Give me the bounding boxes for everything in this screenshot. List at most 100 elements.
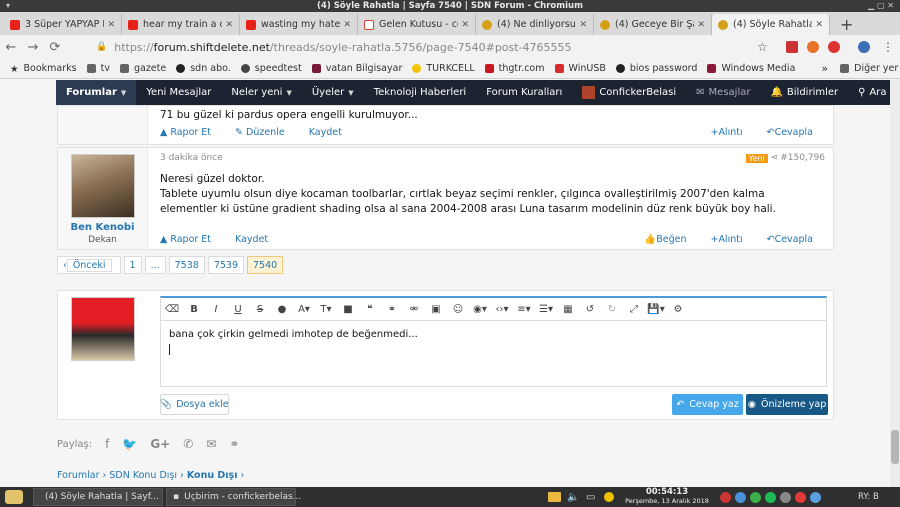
page-ellipsis[interactable]: ... bbox=[144, 256, 166, 274]
taskbar-task[interactable]: (4) Söyle Rahatla | Sayf... bbox=[33, 488, 163, 506]
bookmark-item[interactable]: bios password bbox=[615, 63, 697, 74]
bookmark-item[interactable]: ★ Bookmarks bbox=[10, 63, 77, 75]
close-icon[interactable]: ✕ bbox=[343, 20, 351, 30]
submit-reply-button[interactable]: ↶ Cevap yaz bbox=[672, 394, 743, 415]
browser-tab[interactable]: 3 Süper YAPYAP E ✕ bbox=[4, 14, 122, 35]
undo-icon[interactable]: ↺ bbox=[579, 304, 601, 315]
nav-whats-new[interactable]: Neler yeni ▼ bbox=[221, 80, 301, 105]
extension-icon[interactable] bbox=[828, 41, 840, 53]
bookmark-item[interactable]: WinUSB bbox=[554, 63, 606, 74]
nav-forums[interactable]: Forumlar ▼ bbox=[56, 80, 137, 105]
page-link[interactable]: 7539 bbox=[207, 256, 245, 274]
code-icon[interactable]: ‹›▾ bbox=[491, 304, 513, 315]
strike-icon[interactable]: S bbox=[249, 304, 271, 315]
browser-tab[interactable]: (4) Geceye Bir Şa ✕ bbox=[594, 14, 712, 35]
quote-button[interactable]: +Alıntı bbox=[710, 127, 754, 138]
attach-file-button[interactable]: 📎 Dosya ekle bbox=[160, 394, 229, 415]
tray-icon[interactable] bbox=[765, 491, 776, 503]
post-time[interactable]: 3 dakika önce bbox=[160, 153, 223, 163]
close-icon[interactable]: ✕ bbox=[579, 20, 587, 30]
extension-icon[interactable] bbox=[786, 41, 798, 53]
breadcrumb-item[interactable]: SDN Konu Dışı bbox=[109, 470, 177, 481]
close-icon[interactable]: ✕ bbox=[107, 20, 115, 30]
start-menu-icon[interactable] bbox=[5, 490, 23, 504]
table-icon[interactable]: ▦ bbox=[557, 304, 579, 315]
like-button[interactable]: 👍Beğen bbox=[644, 234, 698, 245]
fullscreen-icon[interactable]: ⤢ bbox=[623, 304, 645, 315]
underline-icon[interactable]: U bbox=[227, 304, 249, 315]
font-icon[interactable]: A▾ bbox=[293, 304, 315, 315]
browser-tab[interactable]: wasting my hate - ✕ bbox=[240, 14, 358, 35]
bookmark-star-icon[interactable]: ☆ bbox=[757, 40, 768, 54]
bold-icon[interactable]: B bbox=[183, 304, 205, 315]
close-icon[interactable]: ✕ bbox=[225, 20, 233, 30]
reply-button[interactable]: ↶Cevapla bbox=[767, 234, 825, 245]
other-bookmarks[interactable]: Diğer yer işaretleri bbox=[840, 63, 900, 74]
quote-icon[interactable]: ❝ bbox=[359, 304, 381, 315]
bookmark-item[interactable]: sdn abo. bbox=[176, 63, 231, 74]
bookmark-item[interactable]: speedtest bbox=[240, 63, 302, 74]
scrollbar-thumb[interactable] bbox=[891, 430, 899, 464]
breadcrumb-item[interactable]: Forumlar bbox=[57, 470, 100, 481]
volume-icon[interactable]: 🔈 bbox=[567, 492, 579, 503]
window-controls[interactable]: ▁ ▢ ✕ bbox=[868, 0, 894, 12]
bookmark-item[interactable]: TURKCELL bbox=[412, 63, 475, 74]
bookmark-item[interactable]: gazete bbox=[119, 63, 166, 74]
browser-tab-active[interactable]: (4) Söyle Rahatla ✕ bbox=[712, 14, 830, 35]
display-icon[interactable]: ▭ bbox=[586, 492, 595, 503]
browser-tab[interactable]: hear my train a co ✕ bbox=[122, 14, 240, 35]
keyboard-layout[interactable]: RY: B bbox=[858, 492, 879, 502]
close-icon[interactable]: ✕ bbox=[461, 20, 469, 30]
bookmark-item[interactable]: vatan Bilgisayar bbox=[311, 63, 402, 74]
menu-icon[interactable]: ⋮ bbox=[882, 40, 894, 54]
edit-button[interactable]: ✎ Düzenle bbox=[235, 127, 297, 138]
clock[interactable]: 00:54:13 Perşembe, 13 Aralık 2018 bbox=[624, 488, 710, 506]
page-link[interactable]: 1 bbox=[123, 256, 142, 274]
reload-icon[interactable]: ⟳ bbox=[44, 40, 66, 55]
nav-tech-news[interactable]: Teknoloji Haberleri bbox=[364, 80, 477, 105]
username[interactable]: Ben Kenobi bbox=[58, 222, 147, 233]
list-icon[interactable]: ☰▾ bbox=[535, 304, 557, 315]
close-icon[interactable]: ✕ bbox=[815, 20, 823, 30]
bookmark-item[interactable]: tv bbox=[86, 63, 110, 74]
nav-new-posts[interactable]: Yeni Mesajlar bbox=[136, 80, 221, 105]
bookmark-item[interactable]: Windows Media bbox=[707, 63, 795, 74]
whatsapp-icon[interactable]: ✆ bbox=[183, 437, 193, 451]
font-size-icon[interactable]: T▾ bbox=[315, 304, 337, 315]
nav-alerts[interactable]: 🔔 Bildirimler bbox=[760, 80, 848, 105]
browser-tab[interactable]: (4) Ne dinliyorsunu✕ bbox=[476, 14, 594, 35]
tray-icon[interactable] bbox=[810, 491, 821, 503]
prev-page-button[interactable]: ‹ Önceki bbox=[57, 256, 121, 274]
report-button[interactable]: ▲ Rapor Et bbox=[160, 127, 223, 138]
page-current[interactable]: 7540 bbox=[247, 256, 284, 274]
new-tab-button[interactable]: + bbox=[840, 14, 853, 35]
tray-icon[interactable] bbox=[735, 491, 746, 503]
bookmark-item[interactable]: thgtr.com bbox=[484, 63, 545, 74]
close-icon[interactable]: ✕ bbox=[697, 20, 705, 30]
nav-user[interactable]: ConfickerBelasi bbox=[572, 80, 686, 105]
browser-tab[interactable]: Gelen Kutusu - co ✕ bbox=[358, 14, 476, 35]
profile-icon[interactable] bbox=[858, 41, 870, 53]
nav-messages[interactable]: ✉ Mesajlar bbox=[686, 80, 760, 105]
quote-button[interactable]: +Alıntı bbox=[710, 234, 754, 245]
align-icon[interactable]: ≡▾ bbox=[513, 304, 535, 315]
report-button[interactable]: ▲ Rapor Et bbox=[160, 234, 223, 245]
image-icon[interactable]: ▣ bbox=[425, 304, 447, 315]
tray-icon[interactable] bbox=[780, 491, 791, 503]
reply-button[interactable]: ↶Cevapla bbox=[767, 127, 825, 138]
post-number[interactable]: #150,796 bbox=[780, 153, 825, 163]
eraser-icon[interactable]: ⌫ bbox=[161, 304, 183, 315]
extension-icon[interactable] bbox=[807, 41, 819, 53]
bookmarks-overflow-button[interactable]: » bbox=[821, 62, 828, 75]
link-icon[interactable]: ⚭ bbox=[229, 437, 239, 451]
smiley-icon[interactable]: ☺ bbox=[447, 304, 469, 315]
message-textarea[interactable]: bana çok çirkin gelmedi imhotep de beğen… bbox=[160, 320, 827, 387]
scrollbar[interactable] bbox=[890, 80, 900, 487]
taskbar-task[interactable]: ▪ Uçbirim - confickerbelas... bbox=[166, 488, 301, 506]
google-plus-icon[interactable]: G+ bbox=[150, 437, 170, 451]
drafts-icon[interactable]: 💾▾ bbox=[645, 304, 667, 315]
tray-icon[interactable] bbox=[750, 491, 761, 503]
link-icon[interactable]: ⚭ bbox=[381, 304, 403, 315]
video-icon[interactable]: ■ bbox=[337, 304, 359, 315]
forward-icon[interactable]: → bbox=[22, 40, 44, 55]
